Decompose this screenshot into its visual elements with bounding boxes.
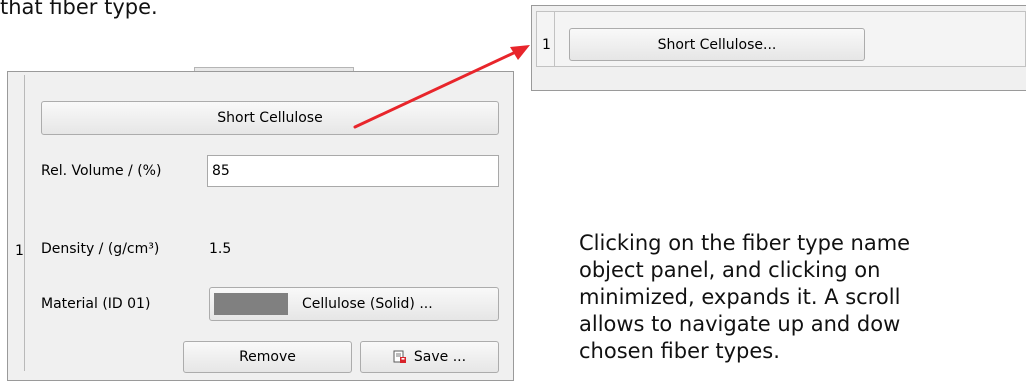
paragraph-line: chosen fiber types. [579, 339, 780, 363]
paragraph-line: allows to navigate up and dow [579, 312, 901, 336]
paragraph-line: Clicking on the fiber type name [579, 231, 911, 255]
arrow-shaft [353, 48, 522, 129]
paragraph-line: object panel, and clicking on [579, 258, 881, 282]
paragraph-line: minimized, expands it. A scroll [579, 285, 901, 309]
